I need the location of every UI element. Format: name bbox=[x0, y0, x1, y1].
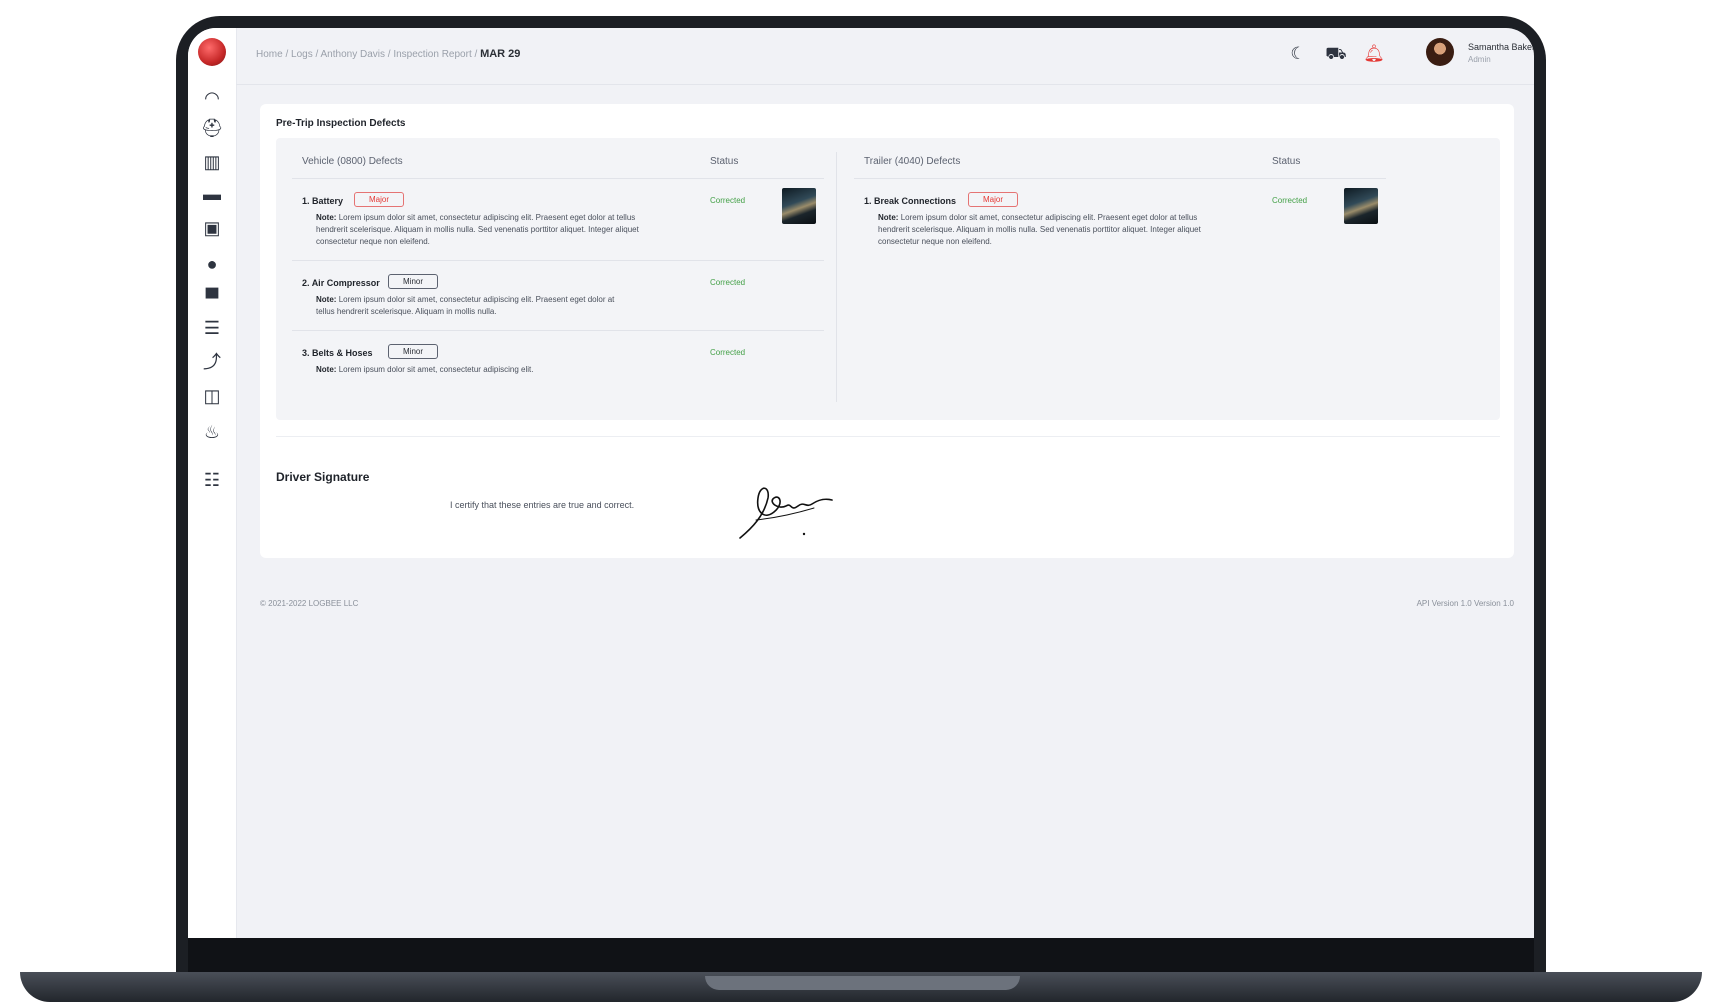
defect-title: 1. Break Connections bbox=[864, 196, 957, 206]
reports-icon[interactable]: ▥ bbox=[200, 150, 224, 174]
user-role: Admin bbox=[1468, 55, 1491, 64]
breadcrumb-driver[interactable]: Anthony Davis bbox=[321, 49, 385, 60]
user-name[interactable]: Samantha Baker bbox=[1468, 42, 1534, 52]
divider bbox=[292, 178, 824, 179]
logs-icon[interactable]: ☰ bbox=[200, 316, 224, 340]
sidebar: ◠ ⛑ ▥ ▬ ▣ ● ▀ ☰ ⤴ ◫ ♨ ☷ bbox=[188, 28, 237, 938]
top-bar: Home / Logs / Anthony Davis / Inspection… bbox=[236, 28, 1534, 85]
driver-signature bbox=[739, 487, 833, 539]
status-corrected: Corrected bbox=[710, 278, 746, 287]
divider bbox=[854, 178, 1386, 179]
vehicles-icon[interactable]: ▬ bbox=[200, 182, 224, 206]
bus-icon[interactable]: ▣ bbox=[200, 216, 224, 240]
defect-title: 3. Belts & Hoses bbox=[302, 348, 373, 358]
defect-photo[interactable] bbox=[1344, 188, 1378, 224]
trailer-status-heading: Status bbox=[1272, 156, 1301, 167]
defect-note: Note: Lorem ipsum dolor sit amet, consec… bbox=[878, 213, 1201, 246]
severity-badge-major: Major bbox=[354, 192, 405, 207]
signature-certification: I certify that these entries are true an… bbox=[450, 500, 635, 510]
stats-icon[interactable]: ◫ bbox=[200, 384, 224, 408]
moon-icon[interactable]: ☾ bbox=[1286, 42, 1310, 66]
ifta-icon[interactable]: ♨ bbox=[200, 420, 224, 444]
defect-title: 2. Air Compressor bbox=[302, 278, 380, 288]
fuel-icon[interactable]: ⤴ bbox=[200, 350, 224, 374]
divider bbox=[276, 436, 1500, 437]
dashboard-icon[interactable]: ◠ bbox=[200, 86, 224, 110]
status-corrected: Corrected bbox=[1272, 196, 1308, 205]
bell-icon[interactable]: 🔔︎ bbox=[1362, 42, 1386, 66]
app-logo[interactable] bbox=[198, 38, 226, 66]
breadcrumb-report[interactable]: Inspection Report bbox=[393, 49, 471, 60]
copyright: © 2021-2022 LOGBEE LLC bbox=[260, 599, 359, 608]
breadcrumb-home[interactable]: Home bbox=[256, 49, 283, 60]
divider bbox=[292, 260, 824, 261]
signature-title: Driver Signature bbox=[276, 470, 370, 484]
vehicle-status-heading: Status bbox=[710, 156, 739, 167]
defect-note: Note: Lorem ipsum dolor sit amet, consec… bbox=[316, 295, 615, 316]
trailer-defects-heading: Trailer (4040) Defects bbox=[864, 156, 961, 167]
severity-badge-minor: Minor bbox=[388, 274, 439, 289]
settings-icon[interactable]: ☷ bbox=[200, 468, 224, 492]
breadcrumb-current: MAR 29 bbox=[480, 48, 521, 60]
severity-badge-minor: Minor bbox=[388, 344, 439, 359]
defect-note: Note: Lorem ipsum dolor sit amet, consec… bbox=[316, 365, 534, 374]
user-icon[interactable]: ● bbox=[200, 252, 224, 276]
breadcrumb: Home / Logs / Anthony Davis / Inspection… bbox=[256, 48, 521, 60]
app-screen: ◠ ⛑ ▥ ▬ ▣ ● ▀ ☰ ⤴ ◫ ♨ ☷ Home / Logs / An… bbox=[188, 28, 1534, 938]
laptop-notch bbox=[705, 976, 1020, 990]
inspection-card: Pre-Trip Inspection Defects Vehicle (080… bbox=[260, 104, 1514, 558]
column-divider bbox=[836, 152, 837, 402]
drivers-icon[interactable]: ⛑ bbox=[200, 116, 224, 140]
defect-note: Note: Lorem ipsum dolor sit amet, consec… bbox=[316, 213, 639, 246]
breadcrumb-logs[interactable]: Logs bbox=[291, 49, 313, 60]
defect-title: 1. Battery bbox=[302, 196, 344, 206]
severity-badge-major: Major bbox=[968, 192, 1019, 207]
status-corrected: Corrected bbox=[710, 196, 746, 205]
truck-icon[interactable]: ⛟ bbox=[1324, 42, 1348, 66]
vehicle-defects-heading: Vehicle (0800) Defects bbox=[302, 156, 403, 167]
defects-panel: Vehicle (0800) Defects Status Trailer (4… bbox=[276, 138, 1500, 420]
status-corrected: Corrected bbox=[710, 348, 746, 357]
avatar[interactable] bbox=[1426, 38, 1454, 66]
defect-photo[interactable] bbox=[782, 188, 816, 224]
card-title: Pre-Trip Inspection Defects bbox=[276, 118, 406, 129]
trailer-icon[interactable]: ▀ bbox=[200, 286, 224, 310]
screen-bezel-bottom bbox=[188, 938, 1534, 972]
version-info: API Version 1.0 Version 1.0 bbox=[1416, 599, 1514, 608]
divider bbox=[292, 330, 824, 331]
